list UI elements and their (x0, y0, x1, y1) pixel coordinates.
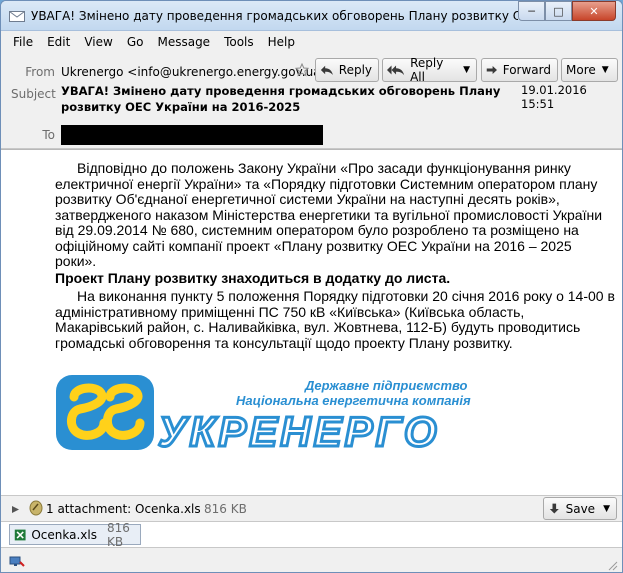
more-button[interactable]: More ▼ (561, 58, 618, 82)
maximize-icon: □ (553, 4, 564, 18)
message-date: 19.01.2016 15:51 (521, 83, 587, 111)
paragraph-1: Відповідно до положень Закону України «П… (55, 160, 615, 270)
attachment-file-size: 816 KB (106, 520, 130, 549)
reply-label: Reply (338, 63, 372, 77)
minimize-icon: ─ (528, 4, 535, 18)
to-redacted-value (61, 125, 323, 145)
paragraph-3-text: На виконання пункту 5 положення Порядку … (55, 288, 615, 351)
to-label: To (42, 128, 55, 142)
reply-button[interactable]: Reply (315, 58, 379, 82)
minimize-button[interactable]: ─ (518, 1, 545, 21)
forward-label: Forward (502, 63, 551, 77)
from-label: From (25, 65, 55, 79)
paragraph-1-text: Відповідно до положень Закону України «П… (55, 160, 603, 269)
reply-all-button[interactable]: Reply All ▼ (382, 56, 477, 84)
reply-all-icon (387, 65, 405, 76)
subject-label: Subject (11, 87, 56, 101)
mail-icon (9, 9, 25, 23)
more-dropdown-icon: ▼ (601, 65, 609, 75)
attachment-item[interactable]: Ocenka.xls 816 KB (9, 521, 141, 549)
maximize-button[interactable]: □ (545, 1, 572, 21)
resize-grip-icon[interactable] (606, 559, 618, 571)
ukrenergo-emblem-icon (56, 375, 154, 450)
menu-tools[interactable]: Tools (218, 35, 262, 49)
star-icon[interactable] (294, 62, 310, 77)
message-body: Відповідно до положень Закону України «П… (1, 149, 622, 495)
logo-line-1: Державне підприємство (305, 378, 468, 393)
title-bar: УВАГА! Змінено дату проведення громадськ… (1, 1, 622, 31)
message-window: УВАГА! Змінено дату проведення громадськ… (0, 0, 623, 573)
menu-view[interactable]: View (78, 35, 120, 49)
paragraph-2: Проект Плану розвитку знаходиться в дода… (55, 270, 451, 286)
more-label: More (566, 63, 596, 77)
save-dropdown-icon: ▼ (603, 503, 610, 514)
download-arrow-icon (549, 503, 559, 514)
attachment-file-name: Ocenka.xls (31, 527, 97, 542)
logo-wordmark: УКРЕНЕРГО (157, 407, 440, 457)
paperclip-icon (29, 500, 43, 519)
forward-icon (486, 65, 498, 75)
reply-all-label: Reply All (410, 56, 444, 84)
reply-all-dropdown-icon[interactable]: ▼ (463, 65, 470, 75)
menu-edit[interactable]: Edit (41, 35, 78, 49)
subject-value: УВАГА! Змінено дату проведення громадськ… (61, 84, 501, 114)
attachment-bar: 1 attachment: Ocenka.xls 816 KB Save ▼ (1, 495, 622, 521)
menu-go[interactable]: Go (121, 35, 152, 49)
expand-toggle-icon[interactable] (11, 503, 20, 513)
menu-file[interactable]: File (7, 35, 41, 49)
logo-line-2: Національна енергетична компанія (236, 393, 471, 408)
forward-button[interactable]: Forward (481, 58, 558, 82)
paragraph-3: На виконання пункту 5 положення Порядку … (55, 288, 615, 351)
connection-status-icon (9, 554, 25, 571)
window-title: УВАГА! Змінено дату проведення громадськ… (31, 8, 518, 23)
save-label: Save (565, 501, 596, 516)
window-controls: ─ □ ✕ (518, 1, 616, 21)
menu-bar: File Edit View Go Message Tools Help (1, 31, 622, 53)
close-icon: ✕ (589, 4, 599, 18)
close-button[interactable]: ✕ (572, 1, 616, 21)
from-value[interactable]: Ukrenergo <info@ukrenergo.energy.gov.ua> (61, 65, 331, 79)
attachment-list: Ocenka.xls 816 KB (1, 521, 622, 549)
attachment-summary[interactable]: 1 attachment: Ocenka.xls (46, 502, 201, 516)
status-bar (1, 547, 622, 572)
reply-icon (320, 65, 333, 76)
message-header: From Ukrenergo <info@ukrenergo.energy.go… (1, 53, 622, 149)
menu-message[interactable]: Message (151, 35, 218, 49)
save-attachment-button[interactable]: Save ▼ (543, 497, 617, 520)
ukrenergo-logo: Державне підприємство Національна енерге… (56, 375, 476, 457)
excel-file-icon (14, 529, 26, 540)
attachment-summary-size: 816 KB (204, 502, 247, 516)
menu-help[interactable]: Help (262, 35, 303, 49)
